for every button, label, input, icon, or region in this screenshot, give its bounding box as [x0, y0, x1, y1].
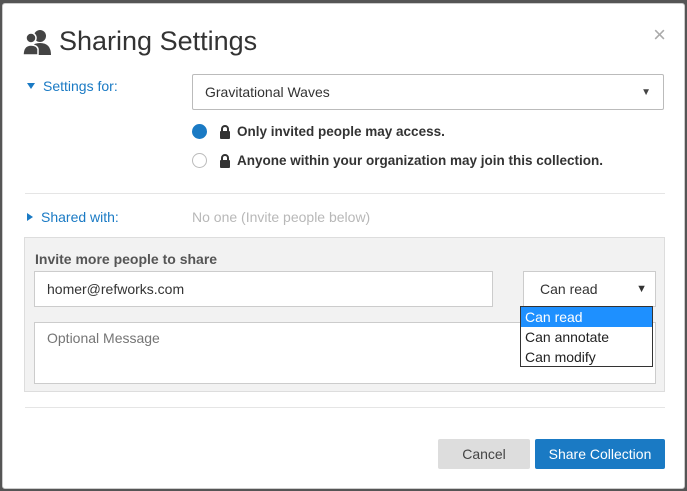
email-input[interactable]	[34, 271, 493, 307]
settings-for-label: Settings for:	[43, 78, 118, 94]
radio-button-checked[interactable]	[192, 124, 207, 139]
chevron-down-icon	[27, 83, 35, 89]
access-option-label: Only invited people may access.	[237, 124, 445, 139]
shared-with-label: Shared with:	[41, 209, 119, 225]
shared-with-toggle[interactable]: Shared with:	[27, 209, 119, 225]
close-icon[interactable]: ×	[653, 24, 666, 46]
radio-button-unchecked[interactable]	[192, 153, 207, 168]
settings-for-toggle[interactable]: Settings for:	[27, 78, 118, 94]
lock-icon	[220, 124, 230, 139]
permission-option-can-read[interactable]: Can read	[521, 307, 652, 327]
people-icon	[23, 29, 51, 55]
permission-option-can-annotate[interactable]: Can annotate	[521, 327, 652, 347]
shared-with-value: No one (Invite people below)	[192, 209, 371, 225]
chevron-right-icon	[27, 213, 33, 221]
collection-select[interactable]: Gravitational Waves ▼	[192, 74, 664, 110]
lock-icon	[220, 153, 230, 168]
caret-down-icon: ▼	[636, 283, 647, 295]
caret-down-icon: ▼	[641, 86, 651, 98]
invite-title: Invite more people to share	[35, 251, 218, 267]
permission-dropdown-list: Can read Can annotate Can modify	[520, 306, 653, 367]
divider	[25, 407, 665, 408]
divider	[25, 193, 665, 194]
cancel-button[interactable]: Cancel	[438, 439, 530, 469]
sharing-settings-dialog: Sharing Settings × Settings for: Gravita…	[2, 3, 685, 489]
access-option-organization[interactable]: Anyone within your organization may join…	[192, 153, 603, 168]
share-collection-button[interactable]: Share Collection	[535, 439, 665, 469]
dialog-header: Sharing Settings	[23, 26, 257, 57]
permission-select[interactable]: Can read ▼	[523, 271, 656, 307]
collection-select-value: Gravitational Waves	[205, 84, 330, 100]
access-option-label: Anyone within your organization may join…	[237, 153, 604, 168]
dialog-title: Sharing Settings	[59, 26, 258, 56]
permission-select-value: Can read	[540, 281, 598, 297]
permission-option-can-modify[interactable]: Can modify	[521, 347, 652, 367]
access-option-invited[interactable]: Only invited people may access.	[192, 124, 445, 139]
